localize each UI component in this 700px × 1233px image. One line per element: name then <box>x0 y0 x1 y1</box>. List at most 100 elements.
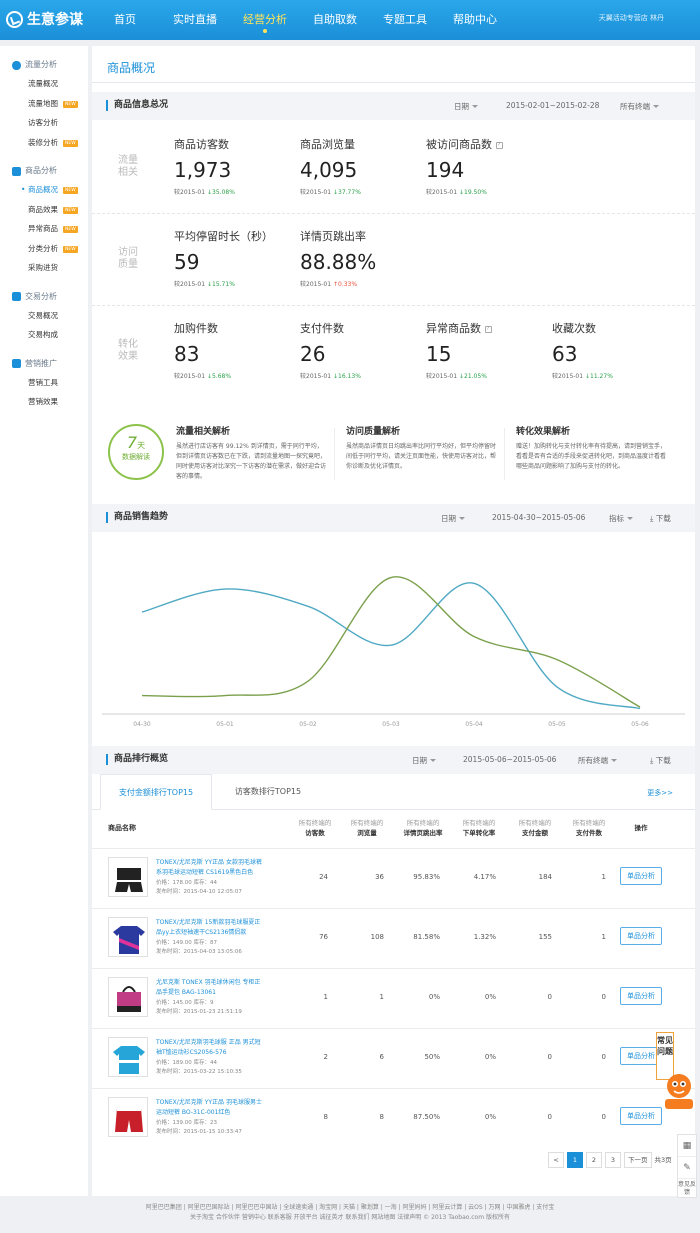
sidebar-group: 营销推广 营销工具营销效果 <box>0 345 88 412</box>
sidebar-item[interactable]: 分类分析 NEW <box>0 239 88 259</box>
metric-compare: 较2015-01 ↓35.08% <box>174 187 299 196</box>
date-dropdown[interactable]: 日期 <box>412 755 436 766</box>
page-2-button[interactable]: 2 <box>586 1152 602 1168</box>
item-analysis-button[interactable]: 单品分析 <box>620 867 662 885</box>
col-header[interactable]: 所有终端的 支付金额 <box>510 818 560 838</box>
data-interpretation-badge[interactable]: 7天 数据解读 <box>108 424 164 480</box>
date-range[interactable]: 2015-05-06~2015-05-06 <box>463 755 556 764</box>
qr-code-icon[interactable]: ▦ <box>678 1135 696 1157</box>
sidebar-item[interactable]: 异常商品 NEW <box>0 219 88 239</box>
tab-visitors-top15[interactable]: 访客数排行TOP15 <box>212 774 324 810</box>
sidebar-item[interactable]: 流量概况 <box>0 74 88 94</box>
trend-title: 商品销售趋势 <box>106 512 168 523</box>
product-thumbnail[interactable] <box>108 977 148 1017</box>
app-logo[interactable]: 生意参谋 <box>6 9 83 29</box>
product-meta: 价格：139.00 库存：23 发布时间：2015-01-15 10:33:47 <box>156 1119 276 1137</box>
sidebar-group-header[interactable]: 流量分析 <box>0 56 88 74</box>
more-link[interactable]: 更多>> <box>647 788 673 798</box>
date-range[interactable]: 2015-02-01~2015-02-28 <box>506 101 599 110</box>
divider <box>504 428 505 480</box>
edit-icon[interactable]: ✎ <box>678 1157 696 1179</box>
sidebar-group-header[interactable]: 交易分析 <box>0 288 88 306</box>
sidebar-item-label: 装修分析 <box>28 137 58 147</box>
insight-quality: 访问质量解析 虽然商品详情页日均跳出率比同行平均好，但平均停留时间低于同行平均，… <box>346 424 496 472</box>
next-page-button[interactable]: 下一页 <box>624 1152 652 1168</box>
sidebar-item[interactable]: 交易构成 <box>0 325 88 345</box>
terminal-label: 所有终端 <box>578 756 608 765</box>
page-1-button[interactable]: 1 <box>567 1152 583 1168</box>
nav-item[interactable]: 首页 <box>90 0 160 40</box>
date-range[interactable]: 2015-04-30~2015-05-06 <box>492 513 585 522</box>
indicator-dropdown[interactable]: 指标 <box>609 513 633 524</box>
insight-text: 赠送！加购转化与支付转化率有待提高，请到营销宝手，看看是否有合适的手段来促进转化… <box>516 443 667 470</box>
metric-value: 83 <box>174 342 200 366</box>
product-thumbnail[interactable] <box>108 1037 148 1077</box>
table-cell: 24 <box>319 873 328 881</box>
footer-links[interactable]: 阿里巴巴集团 | 阿里巴巴国际站 | 阿里巴巴中国站 | 全球速卖通 | 淘宝网… <box>0 1203 700 1213</box>
tab-pay-amount-top15[interactable]: 支付金额排行TOP15 <box>100 774 212 810</box>
badge-label: 数据解读 <box>122 453 150 461</box>
product-name-link[interactable]: TONEX/尤尼克斯 YY正品 女款羽毛球裤系羽毛球运动短裤 CS1619黑色白… <box>156 858 264 878</box>
sidebar-group: 交易分析 交易概况 交易构成 <box>0 278 88 345</box>
page-3-button[interactable]: 3 <box>605 1152 621 1168</box>
col-header[interactable]: 所有终端的 浏览量 <box>342 818 392 838</box>
help-icon[interactable]: ? <box>495 142 503 149</box>
sidebar-item[interactable]: 营销工具 <box>0 373 88 393</box>
product-name-link[interactable]: TONEX/尤尼克斯羽毛球服 正品 男式短袖T恤运动衫CS2056-576 <box>156 1038 264 1058</box>
sidebar-group-header[interactable]: 营销推广 <box>0 355 88 373</box>
terminal-dropdown[interactable]: 所有终端 <box>620 101 659 112</box>
item-analysis-button[interactable]: 单品分析 <box>620 1107 662 1125</box>
product-stock: 库存：87 <box>193 940 218 946</box>
date-dropdown[interactable]: 日期 <box>454 101 478 112</box>
item-analysis-button[interactable]: 单品分析 <box>620 927 662 945</box>
divider <box>334 428 335 480</box>
sidebar-item[interactable]: 商品概况 NEW <box>0 180 88 200</box>
feedback-button[interactable]: 意见反馈 <box>678 1179 696 1197</box>
product-name-link[interactable]: TONEX/尤尼克斯 15新款羽毛球服夏正品yy上衣短袖速干CS2136情侣款 <box>156 918 264 938</box>
prev-page-button[interactable]: < <box>548 1152 564 1168</box>
product-name-link[interactable]: 尤尼克斯 TONEX 羽毛球休闲包 专柜正品手提包 BAG-13061 <box>156 978 264 998</box>
nav-item[interactable]: 帮助中心 <box>440 0 510 40</box>
nav-item[interactable]: 专题工具 <box>370 0 440 40</box>
product-image <box>117 986 141 1012</box>
nav-item[interactable]: 实时直播 <box>160 0 230 40</box>
col-header[interactable]: 所有终端的 详情页跳出率 <box>398 818 448 838</box>
sidebar-item[interactable]: 采购进货 <box>0 258 88 278</box>
product-name-link[interactable]: TONEX/尤尼克斯 YY正品 羽毛球服男士运动短裤 BO-31C-001红色 <box>156 1098 264 1118</box>
product-thumbnail[interactable] <box>108 1097 148 1137</box>
chevron-down-icon <box>627 517 633 520</box>
metric-compare: 较2015-01 ↓19.50% <box>426 187 551 196</box>
sidebar-item-label: 营销效果 <box>28 397 58 406</box>
sidebar-item[interactable]: 流量地图 NEW <box>0 94 88 114</box>
table-cell: 1 <box>379 993 384 1001</box>
product-meta: 价格：145.00 库存：9 发布时间：2015-01-23 21:51:19 <box>156 999 276 1017</box>
sidebar-item[interactable]: 装修分析 NEW <box>0 133 88 153</box>
terminal-label: 所有终端 <box>620 102 650 111</box>
sidebar-item[interactable]: 商品效果 NEW <box>0 200 88 220</box>
date-dropdown[interactable]: 日期 <box>441 513 465 524</box>
download-button[interactable]: ⤓ 下载 <box>650 755 671 766</box>
nav-item[interactable]: 经营分析 <box>230 0 300 40</box>
col-header[interactable]: 所有终端的 下单转化率 <box>454 818 504 838</box>
product-thumbnail[interactable] <box>108 917 148 957</box>
insight-panel: 7天 数据解读 流量相关解析 虽然进行店访客有 99.12% 到详情页，需于同行… <box>92 418 695 512</box>
product-publish-time: 发布时间：2015-04-10 12:05:07 <box>156 889 242 895</box>
item-analysis-button[interactable]: 单品分析 <box>620 987 662 1005</box>
terminal-dropdown[interactable]: 所有终端 <box>578 755 617 766</box>
col-header[interactable]: 所有终端的 支付件数 <box>564 818 614 838</box>
product-thumbnail[interactable] <box>108 857 148 897</box>
sidebar-item-label: 流量概况 <box>28 79 58 88</box>
compare-percent: 5.68% <box>212 373 232 380</box>
sidebar-item[interactable]: 营销效果 <box>0 392 88 412</box>
footer: 阿里巴巴集团 | 阿里巴巴国际站 | 阿里巴巴中国站 | 全球速卖通 | 淘宝网… <box>0 1203 700 1223</box>
nav-item[interactable]: 自助取数 <box>300 0 370 40</box>
col-header[interactable]: 所有终端的 访客数 <box>290 818 340 838</box>
sidebar-group-header[interactable]: 商品分析 <box>0 162 88 180</box>
cart-icon <box>12 292 21 301</box>
product-meta: 价格：178.00 库存：44 发布时间：2015-04-10 12:05:07 <box>156 879 276 897</box>
insight-title: 流量相关解析 <box>176 427 231 437</box>
sidebar-item[interactable]: 访客分析 <box>0 113 88 133</box>
sidebar-item[interactable]: 交易概况 <box>0 306 88 326</box>
help-icon[interactable]: ? <box>484 326 492 333</box>
download-button[interactable]: ⤓ 下载 <box>650 513 671 524</box>
